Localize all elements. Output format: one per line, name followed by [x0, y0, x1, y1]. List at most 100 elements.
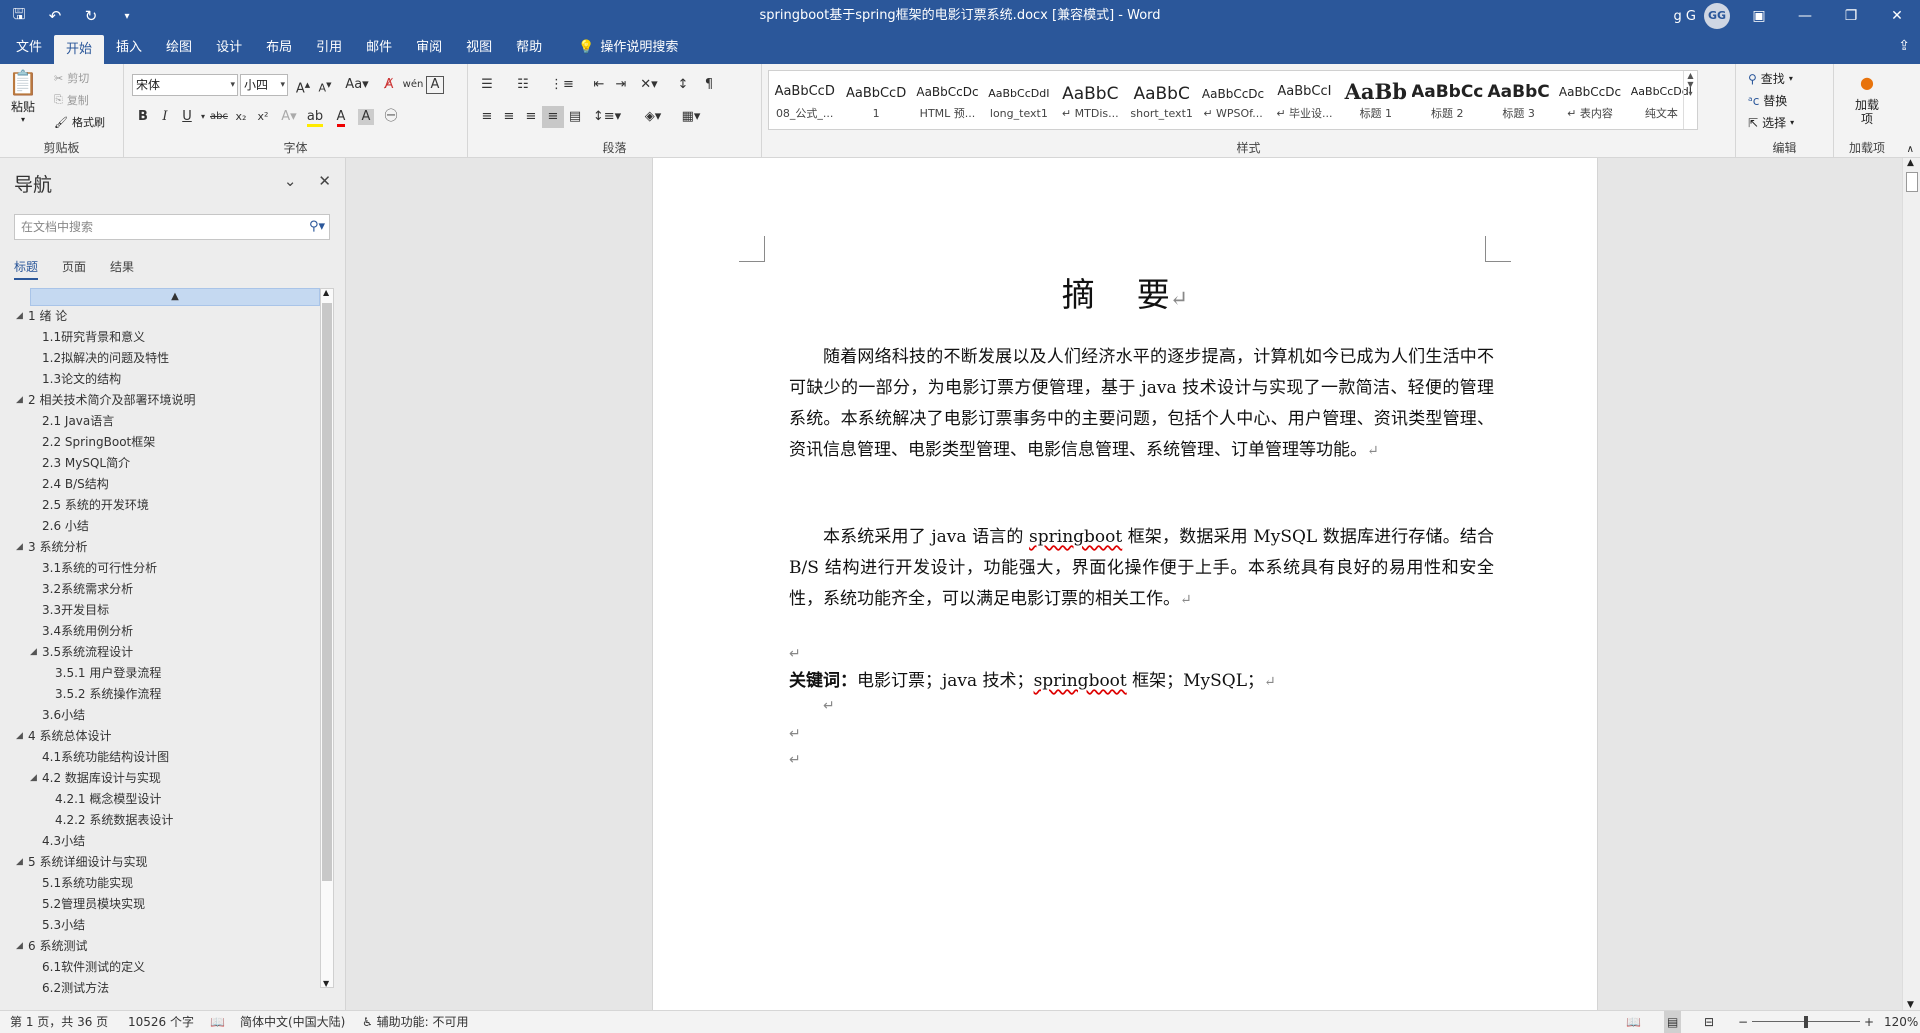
nav-heading-item[interactable]: 3.5.2 系统操作流程 — [14, 684, 320, 705]
scroll-up-icon[interactable]: ▲ — [323, 288, 329, 297]
print-layout-icon[interactable]: ▤ — [1664, 1011, 1682, 1033]
style-item[interactable]: AaBbC short_text1 — [1126, 71, 1197, 129]
nav-heading-item[interactable]: ◢ 2 相关技术简介及部署环境说明 — [14, 390, 320, 411]
page-count[interactable]: 第 1 页，共 36 页 — [10, 1011, 108, 1033]
italic-icon[interactable]: I — [154, 106, 176, 128]
cut-button[interactable]: ✂ 剪切 — [54, 70, 89, 86]
font-color-icon[interactable]: A — [330, 106, 352, 128]
addins-button[interactable]: ● 加载项 — [1848, 68, 1886, 126]
style-item[interactable]: AaBbCcDc HTML 预... — [912, 71, 983, 129]
style-item[interactable]: AaBbCcDc ↵ 表内容 — [1554, 71, 1625, 129]
avatar[interactable]: GG — [1704, 3, 1730, 29]
character-border-icon[interactable]: A — [426, 76, 444, 94]
change-case-icon[interactable]: Aa▾ — [342, 74, 372, 96]
nav-heading-item[interactable]: 5.2管理员模块实现 — [14, 894, 320, 915]
numbering-icon[interactable]: ☷ — [512, 74, 534, 96]
nav-heading-item[interactable]: 3.3开发目标 — [14, 600, 320, 621]
enclose-characters-icon[interactable]: ㊀ — [380, 106, 402, 128]
close-icon[interactable]: ✕ — [318, 172, 331, 190]
read-mode-icon[interactable]: 📖 — [1626, 1011, 1641, 1033]
tab-1[interactable]: 开始 — [54, 35, 105, 64]
expand-triangle-icon[interactable]: ◢ — [16, 936, 23, 957]
nav-heading-item[interactable]: 3.2系统需求分析 — [14, 579, 320, 600]
tab-7[interactable]: 邮件 — [354, 32, 404, 64]
align-left-icon[interactable]: ≡ — [476, 106, 498, 128]
find-button[interactable]: ⚲ 查找 ▾ — [1748, 70, 1793, 87]
nav-heading-item[interactable]: 2.1 Java语言 — [14, 411, 320, 432]
select-button[interactable]: ⇱ 选择 ▾ — [1748, 114, 1794, 131]
expand-triangle-icon[interactable]: ◢ — [16, 537, 23, 558]
multilevel-list-icon[interactable]: ⋮≡ — [550, 74, 574, 96]
nav-heading-item[interactable]: ◢ 4 系统总体设计 — [14, 726, 320, 747]
nav-heading-item[interactable]: 4.2.2 系统数据表设计 — [14, 810, 320, 831]
chinese-layout-icon[interactable]: ✕▾ — [638, 74, 660, 96]
shading-icon[interactable]: ◈▾ — [638, 106, 668, 128]
tab-6[interactable]: 引用 — [304, 32, 354, 64]
search-icon[interactable]: ⚲▾ — [309, 215, 325, 239]
format-painter-button[interactable]: 🖌 格式刷 — [54, 114, 105, 130]
nav-tab-2[interactable]: 结果 — [110, 258, 134, 280]
sort-icon[interactable]: ↕ — [672, 74, 694, 96]
text-effects-icon[interactable]: A▾ — [278, 106, 300, 128]
nav-scroll-thumb[interactable] — [322, 303, 332, 881]
nav-heading-item[interactable]: 3.5.1 用户登录流程 — [14, 663, 320, 684]
copy-button[interactable]: ⎘ 复制 — [54, 92, 89, 108]
expand-triangle-icon[interactable]: ◢ — [30, 642, 37, 663]
document-page[interactable]: 摘 要↵ 随着网络科技的不断发展以及人们经济水平的逐步提高，计算机如今已成为人们… — [652, 158, 1598, 1010]
nav-heading-item[interactable]: 5.1系统功能实现 — [14, 873, 320, 894]
font-size-select[interactable]: 小四 ▾ — [240, 74, 288, 96]
nav-heading-item[interactable]: 5.3小结 — [14, 915, 320, 936]
spelling-error-text[interactable]: springboot — [1034, 671, 1127, 691]
nav-heading-item[interactable]: ◢ 6 系统测试 — [14, 936, 320, 957]
nav-tab-0[interactable]: 标题 — [14, 258, 39, 280]
style-item[interactable]: AaBbC ↵ MTDis... — [1055, 71, 1126, 129]
document-scrollbar[interactable]: ▲ ▼ — [1902, 158, 1920, 1010]
document-scroll-thumb[interactable] — [1906, 172, 1918, 192]
style-item[interactable]: AaBbCcDdI long_text1 — [983, 71, 1054, 129]
nav-heading-item[interactable]: 3.4系统用例分析 — [14, 621, 320, 642]
nav-heading-item[interactable]: 2.5 系统的开发环境 — [14, 495, 320, 516]
nav-heading-item[interactable]: 2.6 小结 — [14, 516, 320, 537]
word-count[interactable]: 10526 个字 — [128, 1011, 194, 1033]
web-layout-icon[interactable]: ⊟ — [1704, 1011, 1714, 1033]
bold-icon[interactable]: B — [132, 106, 154, 128]
nav-heading-item[interactable]: 1.3论文的结构 — [14, 369, 320, 390]
borders-icon[interactable]: ▦▾ — [676, 106, 706, 128]
nav-heading-item[interactable]: 3.6小结 — [14, 705, 320, 726]
increase-indent-icon[interactable]: ⇥ — [610, 74, 632, 96]
tab-5[interactable]: 布局 — [254, 32, 304, 64]
expand-triangle-icon[interactable]: ◢ — [16, 390, 23, 411]
subscript-icon[interactable]: x₂ — [230, 106, 252, 128]
font-family-select[interactable]: 宋体 ▾ — [132, 74, 238, 96]
scroll-up-icon[interactable]: ▲ — [1907, 158, 1914, 168]
superscript-icon[interactable]: x² — [252, 106, 274, 128]
nav-heading-item[interactable]: 2.2 SpringBoot框架 — [14, 432, 320, 453]
nav-heading-item[interactable]: ◢ 5 系统详细设计与实现 — [14, 852, 320, 873]
tab-0[interactable]: 文件 — [4, 32, 54, 64]
distributed-icon[interactable]: ▤ — [564, 106, 586, 128]
style-item[interactable]: AaBbCcI ↵ 毕业设... — [1269, 71, 1340, 129]
line-spacing-icon[interactable]: ↕≡▾ — [592, 106, 622, 128]
tab-8[interactable]: 审阅 — [404, 32, 454, 64]
scroll-down-icon[interactable]: ▼ — [1907, 1000, 1914, 1010]
expand-triangle-icon[interactable]: ◢ — [16, 852, 23, 873]
account[interactable]: g G GG — [1674, 0, 1730, 32]
collapse-ribbon-icon[interactable]: ∧ — [1907, 144, 1914, 155]
close-icon[interactable]: ✕ — [1874, 0, 1920, 32]
nav-heading-item[interactable]: 6.1软件测试的定义 — [14, 957, 320, 978]
nav-heading-item[interactable]: 1.1研究背景和意义 — [14, 327, 320, 348]
show-marks-icon[interactable]: ¶ — [698, 74, 720, 96]
nav-heading-item[interactable]: 4.3小结 — [14, 831, 320, 852]
highlight-icon[interactable]: ab — [304, 106, 326, 128]
zoom-slider-thumb[interactable] — [1804, 1016, 1808, 1028]
style-item[interactable]: AaBbCc 标题 2 — [1412, 71, 1483, 129]
ribbon-display-icon[interactable]: ▣ — [1736, 0, 1782, 32]
style-item[interactable]: AaBbCcD 08_公式_... — [769, 71, 840, 129]
bullets-icon[interactable]: ☰ — [476, 74, 498, 96]
tab-3[interactable]: 绘图 — [154, 32, 204, 64]
save-icon[interactable]: 🖫 — [8, 4, 30, 29]
styles-scroll[interactable]: ▲ ▼ ▾ — [1683, 71, 1697, 129]
pinyin-guide-icon[interactable]: wén — [402, 74, 424, 96]
tab-4[interactable]: 设计 — [204, 32, 254, 64]
character-shading-icon[interactable]: A — [358, 109, 374, 125]
